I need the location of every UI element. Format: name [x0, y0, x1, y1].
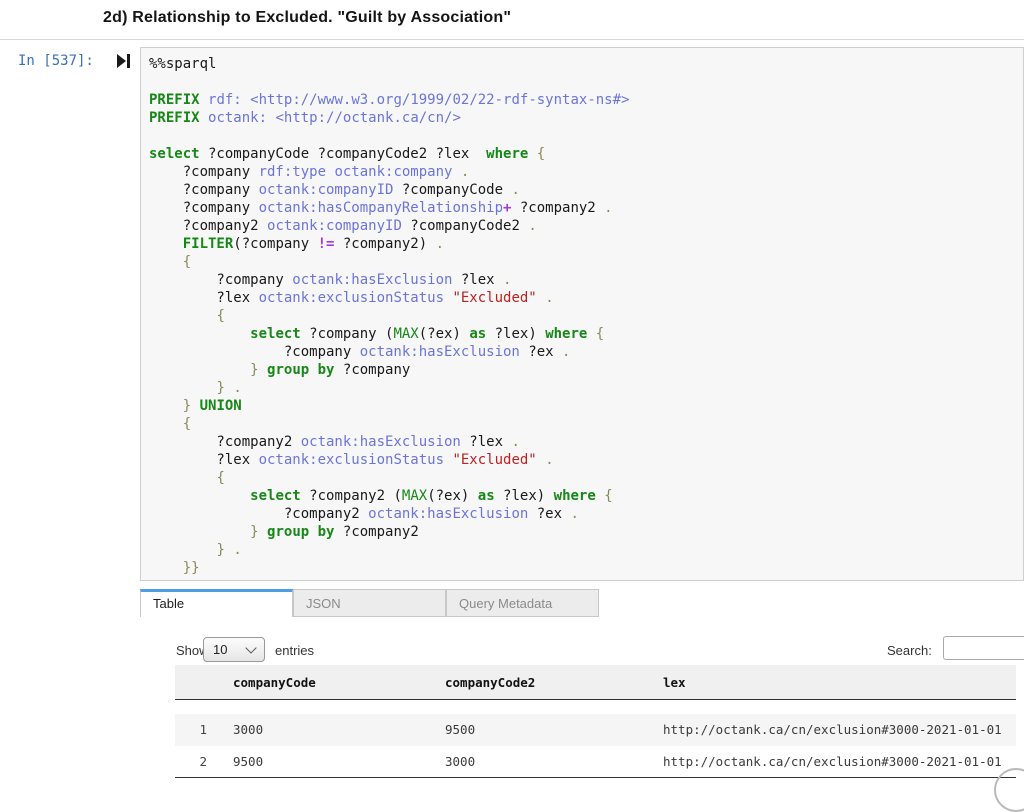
code-line: select ?companyCode ?companyCode2 ?lex w… — [149, 145, 1023, 163]
table-cell: 3000 — [445, 746, 663, 778]
table-cell: 2 — [175, 746, 233, 778]
chevron-down-icon — [245, 642, 256, 653]
table-cell: 9500 — [445, 714, 663, 746]
search-input[interactable] — [943, 636, 1024, 660]
code-line: ?company octank:hasCompanyRelationship+ … — [149, 199, 1023, 217]
code-line: { — [149, 253, 1023, 271]
code-line: select ?company2 (MAX(?ex) as ?lex) wher… — [149, 487, 1023, 505]
code-line: { — [149, 469, 1023, 487]
table-controls: Show 10 entries Search: — [140, 635, 1024, 667]
tab-table[interactable]: Table — [140, 589, 293, 617]
code-cell[interactable]: %%sparql PREFIX rdf: <http://www.w3.org/… — [140, 47, 1024, 581]
play-bar-icon — [127, 54, 130, 68]
code-line — [149, 127, 1023, 145]
entries-label: entries — [275, 643, 314, 658]
table-row: 130009500http://octank.ca/cn/exclusion#3… — [175, 714, 1016, 746]
page-size-select[interactable]: 10 — [203, 637, 265, 662]
table-cell: http://octank.ca/cn/exclusion#3000-2021-… — [663, 746, 1016, 778]
cell-prompt: In [537]: — [18, 53, 94, 69]
run-cell-icon[interactable] — [117, 54, 133, 68]
code-line: ?lex octank:exclusionStatus "Excluded" . — [149, 451, 1023, 469]
code-line: ?company octank:companyID ?companyCode . — [149, 181, 1023, 199]
table-cell: 9500 — [233, 746, 445, 778]
results-panel: Table JSON Query Metadata Show 10 entrie… — [140, 589, 1024, 787]
title-divider — [0, 39, 1024, 40]
code-line: { — [149, 415, 1023, 433]
code-line: ?company octank:hasExclusion ?ex . — [149, 343, 1023, 361]
tab-query-metadata[interactable]: Query Metadata — [446, 589, 599, 617]
table-cell: 3000 — [233, 714, 445, 746]
code-line: } . — [149, 541, 1023, 559]
tab-json[interactable]: JSON — [293, 589, 446, 617]
table-cell: 1 — [175, 714, 233, 746]
code-line: PREFIX rdf: <http://www.w3.org/1999/02/2… — [149, 91, 1023, 109]
results-tab-bar: Table JSON Query Metadata — [140, 589, 599, 617]
code-line: }} — [149, 559, 1023, 577]
code-line: FILTER(?company != ?company2) . — [149, 235, 1023, 253]
code-line: } group by ?company — [149, 361, 1023, 379]
scroll-corner-indicator — [994, 768, 1024, 812]
code-line: ?lex octank:exclusionStatus "Excluded" . — [149, 289, 1023, 307]
code-line: } group by ?company2 — [149, 523, 1023, 541]
code-line: ?company octank:hasExclusion ?lex . — [149, 271, 1023, 289]
code-line: ?company2 octank:hasExclusion ?ex . — [149, 505, 1023, 523]
code-line — [149, 73, 1023, 91]
table-header-row: companyCode companyCode2 lex — [175, 665, 1016, 700]
code-line: { — [149, 307, 1023, 325]
results-table: companyCode companyCode2 lex 130009500ht… — [175, 665, 1016, 778]
table-row: 295003000http://octank.ca/cn/exclusion#3… — [175, 746, 1016, 778]
code-line: select ?company (MAX(?ex) as ?lex) where… — [149, 325, 1023, 343]
search-label: Search: — [887, 643, 932, 658]
page-size-value: 10 — [204, 642, 227, 657]
code-line: ?company rdf:type octank:company . — [149, 163, 1023, 181]
code-line: ?company2 octank:hasExclusion ?lex . — [149, 433, 1023, 451]
code-line: %%sparql — [149, 55, 1023, 73]
code-line: ?company2 octank:companyID ?companyCode2… — [149, 217, 1023, 235]
page-title: 2d) Relationship to Excluded. "Guilt by … — [103, 9, 511, 27]
play-triangle-icon — [117, 54, 126, 68]
col-header-index[interactable] — [175, 665, 233, 700]
col-header-companycode2[interactable]: companyCode2 — [445, 665, 663, 700]
code-line: PREFIX octank: <http://octank.ca/cn/> — [149, 109, 1023, 127]
code-line: } . — [149, 379, 1023, 397]
table-cell: http://octank.ca/cn/exclusion#3000-2021-… — [663, 714, 1016, 746]
code-line: } UNION — [149, 397, 1023, 415]
sparql-code-editor[interactable]: %%sparql PREFIX rdf: <http://www.w3.org/… — [141, 48, 1023, 577]
table-spacer-row — [175, 700, 1016, 714]
col-header-companycode[interactable]: companyCode — [233, 665, 445, 700]
col-header-lex[interactable]: lex — [663, 665, 1016, 700]
